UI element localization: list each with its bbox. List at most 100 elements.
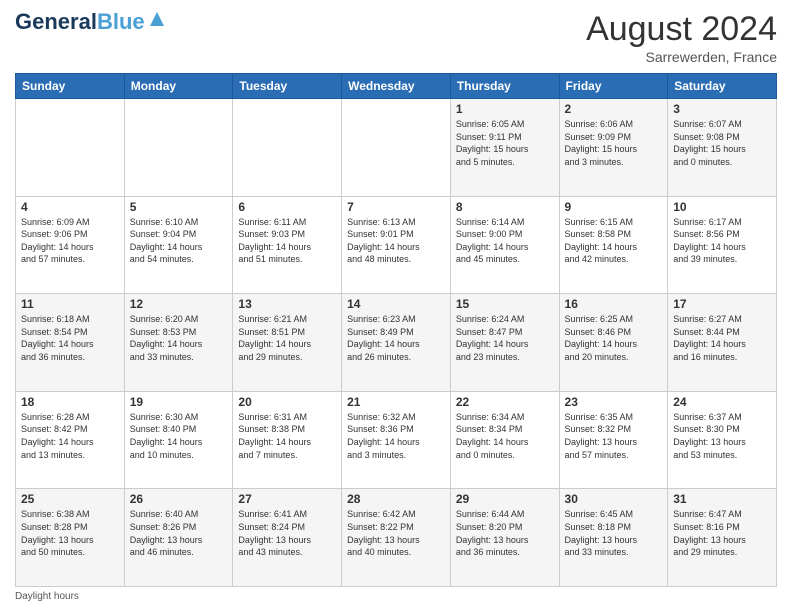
day-cell: 18 Sunrise: 6:28 AM Sunset: 8:42 PM Dayli… (16, 391, 125, 489)
day-number: 18 (21, 395, 119, 409)
day-number: 10 (673, 200, 771, 214)
day-number: 12 (130, 297, 228, 311)
day-cell (342, 99, 451, 197)
day-number: 14 (347, 297, 445, 311)
logo-text: GeneralBlue (15, 11, 145, 33)
day-number: 27 (238, 492, 336, 506)
day-cell (233, 99, 342, 197)
day-info: Sunrise: 6:44 AM Sunset: 8:20 PM Dayligh… (456, 508, 554, 558)
day-number: 7 (347, 200, 445, 214)
day-cell: 2 Sunrise: 6:06 AM Sunset: 9:09 PM Daylig… (559, 99, 668, 197)
header: GeneralBlue August 2024 Sarrewerden, Fra… (15, 10, 777, 65)
day-number: 4 (21, 200, 119, 214)
day-number: 17 (673, 297, 771, 311)
week-row-2: 4 Sunrise: 6:09 AM Sunset: 9:06 PM Daylig… (16, 196, 777, 294)
day-info: Sunrise: 6:24 AM Sunset: 8:47 PM Dayligh… (456, 313, 554, 363)
day-cell: 8Sunrise: 6:14 AM Sunset: 9:00 PM Daylig… (450, 196, 559, 294)
day-info: Sunrise: 6:32 AM Sunset: 8:36 PM Dayligh… (347, 411, 445, 461)
column-header-thursday: Thursday (450, 74, 559, 99)
day-cell: 22 Sunrise: 6:34 AM Sunset: 8:34 PM Dayli… (450, 391, 559, 489)
day-info: Sunrise: 6:10 AM Sunset: 9:04 PM Dayligh… (130, 216, 228, 266)
day-cell: 12 Sunrise: 6:20 AM Sunset: 8:53 PM Dayli… (124, 294, 233, 392)
day-cell: 1Sunrise: 6:05 AM Sunset: 9:11 PM Daylig… (450, 99, 559, 197)
day-number: 23 (565, 395, 663, 409)
day-info: Sunrise: 6:40 AM Sunset: 8:26 PM Dayligh… (130, 508, 228, 558)
day-cell: 28 Sunrise: 6:42 AM Sunset: 8:22 PM Dayli… (342, 489, 451, 587)
day-cell: 6 Sunrise: 6:11 AM Sunset: 9:03 PM Daylig… (233, 196, 342, 294)
footer-label: Daylight hours (15, 591, 79, 602)
day-cell: 15Sunrise: 6:24 AM Sunset: 8:47 PM Dayli… (450, 294, 559, 392)
day-cell: 5 Sunrise: 6:10 AM Sunset: 9:04 PM Daylig… (124, 196, 233, 294)
day-info: Sunrise: 6:28 AM Sunset: 8:42 PM Dayligh… (21, 411, 119, 461)
day-info: Sunrise: 6:13 AM Sunset: 9:01 PM Dayligh… (347, 216, 445, 266)
calendar-table: SundayMondayTuesdayWednesdayThursdayFrid… (15, 73, 777, 587)
day-number: 24 (673, 395, 771, 409)
week-row-4: 18 Sunrise: 6:28 AM Sunset: 8:42 PM Dayli… (16, 391, 777, 489)
column-header-saturday: Saturday (668, 74, 777, 99)
day-number: 28 (347, 492, 445, 506)
month-year: August 2024 (586, 10, 777, 49)
day-info: Sunrise: 6:20 AM Sunset: 8:53 PM Dayligh… (130, 313, 228, 363)
day-cell: 9Sunrise: 6:15 AM Sunset: 8:58 PM Daylig… (559, 196, 668, 294)
day-number: 2 (565, 102, 663, 116)
day-info: Sunrise: 6:17 AM Sunset: 8:56 PM Dayligh… (673, 216, 771, 266)
day-number: 11 (21, 297, 119, 311)
day-number: 21 (347, 395, 445, 409)
day-cell: 29Sunrise: 6:44 AM Sunset: 8:20 PM Dayli… (450, 489, 559, 587)
day-header-row: SundayMondayTuesdayWednesdayThursdayFrid… (16, 74, 777, 99)
day-info: Sunrise: 6:30 AM Sunset: 8:40 PM Dayligh… (130, 411, 228, 461)
location: Sarrewerden, France (586, 49, 777, 65)
day-number: 6 (238, 200, 336, 214)
day-info: Sunrise: 6:27 AM Sunset: 8:44 PM Dayligh… (673, 313, 771, 363)
day-info: Sunrise: 6:42 AM Sunset: 8:22 PM Dayligh… (347, 508, 445, 558)
page: GeneralBlue August 2024 Sarrewerden, Fra… (0, 0, 792, 612)
week-row-5: 25 Sunrise: 6:38 AM Sunset: 8:28 PM Dayli… (16, 489, 777, 587)
week-row-3: 11 Sunrise: 6:18 AM Sunset: 8:54 PM Dayli… (16, 294, 777, 392)
week-row-1: 1Sunrise: 6:05 AM Sunset: 9:11 PM Daylig… (16, 99, 777, 197)
day-cell: 19Sunrise: 6:30 AM Sunset: 8:40 PM Dayli… (124, 391, 233, 489)
day-info: Sunrise: 6:47 AM Sunset: 8:16 PM Dayligh… (673, 508, 771, 558)
day-cell: 30Sunrise: 6:45 AM Sunset: 8:18 PM Dayli… (559, 489, 668, 587)
day-number: 22 (456, 395, 554, 409)
day-cell: 31 Sunrise: 6:47 AM Sunset: 8:16 PM Dayli… (668, 489, 777, 587)
day-cell: 20Sunrise: 6:31 AM Sunset: 8:38 PM Dayli… (233, 391, 342, 489)
day-cell: 26 Sunrise: 6:40 AM Sunset: 8:26 PM Dayli… (124, 489, 233, 587)
day-number: 13 (238, 297, 336, 311)
day-cell: 24Sunrise: 6:37 AM Sunset: 8:30 PM Dayli… (668, 391, 777, 489)
day-number: 26 (130, 492, 228, 506)
day-info: Sunrise: 6:11 AM Sunset: 9:03 PM Dayligh… (238, 216, 336, 266)
day-info: Sunrise: 6:06 AM Sunset: 9:09 PM Dayligh… (565, 118, 663, 168)
day-cell: 25 Sunrise: 6:38 AM Sunset: 8:28 PM Dayli… (16, 489, 125, 587)
day-number: 30 (565, 492, 663, 506)
day-cell: 4 Sunrise: 6:09 AM Sunset: 9:06 PM Daylig… (16, 196, 125, 294)
day-info: Sunrise: 6:38 AM Sunset: 8:28 PM Dayligh… (21, 508, 119, 558)
day-number: 20 (238, 395, 336, 409)
day-info: Sunrise: 6:18 AM Sunset: 8:54 PM Dayligh… (21, 313, 119, 363)
day-number: 16 (565, 297, 663, 311)
day-info: Sunrise: 6:23 AM Sunset: 8:49 PM Dayligh… (347, 313, 445, 363)
day-number: 25 (21, 492, 119, 506)
day-info: Sunrise: 6:34 AM Sunset: 8:34 PM Dayligh… (456, 411, 554, 461)
footer-note: Daylight hours (15, 591, 777, 602)
day-cell (124, 99, 233, 197)
day-cell: 17 Sunrise: 6:27 AM Sunset: 8:44 PM Dayli… (668, 294, 777, 392)
day-cell (16, 99, 125, 197)
day-info: Sunrise: 6:09 AM Sunset: 9:06 PM Dayligh… (21, 216, 119, 266)
day-cell: 23Sunrise: 6:35 AM Sunset: 8:32 PM Dayli… (559, 391, 668, 489)
column-header-sunday: Sunday (16, 74, 125, 99)
day-cell: 16Sunrise: 6:25 AM Sunset: 8:46 PM Dayli… (559, 294, 668, 392)
day-cell: 10 Sunrise: 6:17 AM Sunset: 8:56 PM Dayli… (668, 196, 777, 294)
day-number: 3 (673, 102, 771, 116)
column-header-monday: Monday (124, 74, 233, 99)
column-header-wednesday: Wednesday (342, 74, 451, 99)
day-info: Sunrise: 6:15 AM Sunset: 8:58 PM Dayligh… (565, 216, 663, 266)
title-block: August 2024 Sarrewerden, France (586, 10, 777, 65)
day-number: 5 (130, 200, 228, 214)
day-info: Sunrise: 6:05 AM Sunset: 9:11 PM Dayligh… (456, 118, 554, 168)
day-cell: 13Sunrise: 6:21 AM Sunset: 8:51 PM Dayli… (233, 294, 342, 392)
day-info: Sunrise: 6:07 AM Sunset: 9:08 PM Dayligh… (673, 118, 771, 168)
day-cell: 7 Sunrise: 6:13 AM Sunset: 9:01 PM Daylig… (342, 196, 451, 294)
day-number: 8 (456, 200, 554, 214)
day-cell: 11 Sunrise: 6:18 AM Sunset: 8:54 PM Dayli… (16, 294, 125, 392)
day-number: 31 (673, 492, 771, 506)
